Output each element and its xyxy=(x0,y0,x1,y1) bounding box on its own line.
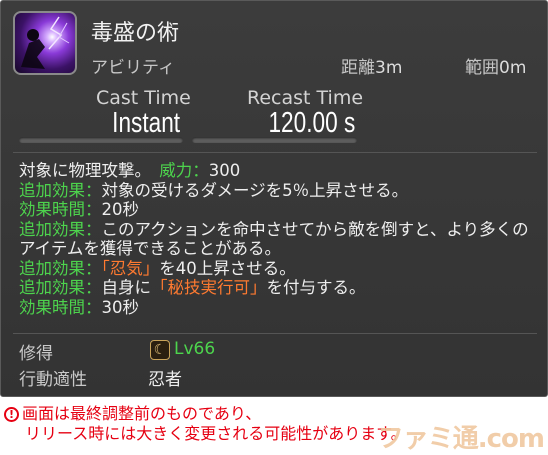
range-stat: 距離3m xyxy=(341,53,402,78)
divider xyxy=(13,152,537,153)
separator: ： xyxy=(85,278,102,297)
affinity-label: 行動適性 xyxy=(19,370,87,390)
action-type: アビリティ xyxy=(91,58,175,78)
affinity-value: 忍者 xyxy=(148,370,182,390)
recast-time-label: Recast Time xyxy=(247,87,364,109)
description-text: 30秒 xyxy=(101,297,140,317)
radius-stat: 範囲0m xyxy=(465,53,526,78)
radius-label: 範囲 xyxy=(465,58,499,78)
separator: ： xyxy=(85,297,102,317)
separator: ： xyxy=(192,161,209,180)
action-description: 対象に物理攻撃。 威力：300 追加効果：対象の受けるダメージを5％上昇させる。… xyxy=(19,161,539,317)
recast-time-bar xyxy=(192,137,357,143)
effect-label: 追加効果 xyxy=(19,219,85,239)
effect-label: 追加効果 xyxy=(19,258,85,278)
duration-label: 効果時間 xyxy=(19,297,85,317)
status-effect-highlight: 「秘技実行可」 xyxy=(151,278,267,297)
action-icon xyxy=(13,11,77,75)
watermark-logo: ファミ通.com xyxy=(377,424,545,454)
acquired-label: 修得 xyxy=(19,344,53,364)
range-label: 距離 xyxy=(341,58,375,78)
ninjutsu-purple-lightning-icon xyxy=(21,16,70,69)
description-text: 20秒 xyxy=(101,200,140,219)
description-text: 対象に物理攻撃。 xyxy=(19,161,143,180)
notice-line: ! 画面は最終調整前のものであり、 xyxy=(4,404,407,424)
job-level-icon: ☾ xyxy=(150,340,170,360)
radius-value: 0m xyxy=(499,58,527,78)
effect-label: 追加効果 xyxy=(19,180,85,200)
description-line: 効果時間：30秒 xyxy=(19,298,539,318)
action-name: 毒盛の術 xyxy=(91,21,180,46)
description-text: アイテムを獲得できることがある。 xyxy=(19,239,282,258)
preview-notice: ! 画面は最終調整前のものであり、 リリース時には大きく変更される可能性があります… xyxy=(4,404,407,444)
description-text: を付与する。 xyxy=(266,278,366,297)
description-line: 追加効果：「忍気」を40上昇させる。 xyxy=(19,259,539,279)
effect-label: 追加効果 xyxy=(19,278,85,297)
acquired-level: Lv66 xyxy=(174,339,216,359)
description-text: 対象の受けるダメージを5％上昇させる。 xyxy=(101,180,409,200)
cast-time-value: Instant xyxy=(112,107,180,139)
recast-time-value: 120.00 s xyxy=(268,107,355,139)
divider xyxy=(13,333,537,334)
separator: ： xyxy=(85,219,102,239)
exclamation-icon: ! xyxy=(4,407,19,422)
cast-time-bar xyxy=(19,137,183,143)
cast-time-label: Cast Time xyxy=(96,87,191,109)
description-line: 追加効果：対象の受けるダメージを5％上昇させる。 xyxy=(19,181,539,201)
potency-value: 300 xyxy=(208,161,241,180)
ninki-gauge-highlight: 「忍気」 xyxy=(101,258,160,278)
separator: ： xyxy=(85,180,102,200)
description-text: このアクションを命中させてから敵を倒すと、より多くの xyxy=(101,219,529,239)
notice-text: 画面は最終調整前のものであり、 xyxy=(22,404,262,423)
description-text: 自身に xyxy=(101,278,152,297)
range-value: 3m xyxy=(375,58,403,78)
description-line: 追加効果：自身に「秘技実行可」を付与する。 xyxy=(19,278,539,298)
description-line: 効果時間：20秒 xyxy=(19,200,539,220)
duration-label: 効果時間 xyxy=(19,200,85,219)
description-line: 対象に物理攻撃。 威力：300 xyxy=(19,161,539,181)
separator: ： xyxy=(85,258,102,278)
notice-line: リリース時には大きく変更される可能性があります。 xyxy=(25,424,407,443)
potency-label: 威力 xyxy=(159,161,193,180)
description-text: を40上昇させる。 xyxy=(159,258,296,278)
separator: ： xyxy=(85,200,102,219)
description-line: 追加効果：このアクションを命中させてから敵を倒すと、より多くの xyxy=(19,220,539,240)
description-line: アイテムを獲得できることがある。 xyxy=(19,239,539,259)
action-tooltip: 毒盛の術 アビリティ 距離3m 範囲0m Cast Time Recast Ti… xyxy=(0,0,548,397)
